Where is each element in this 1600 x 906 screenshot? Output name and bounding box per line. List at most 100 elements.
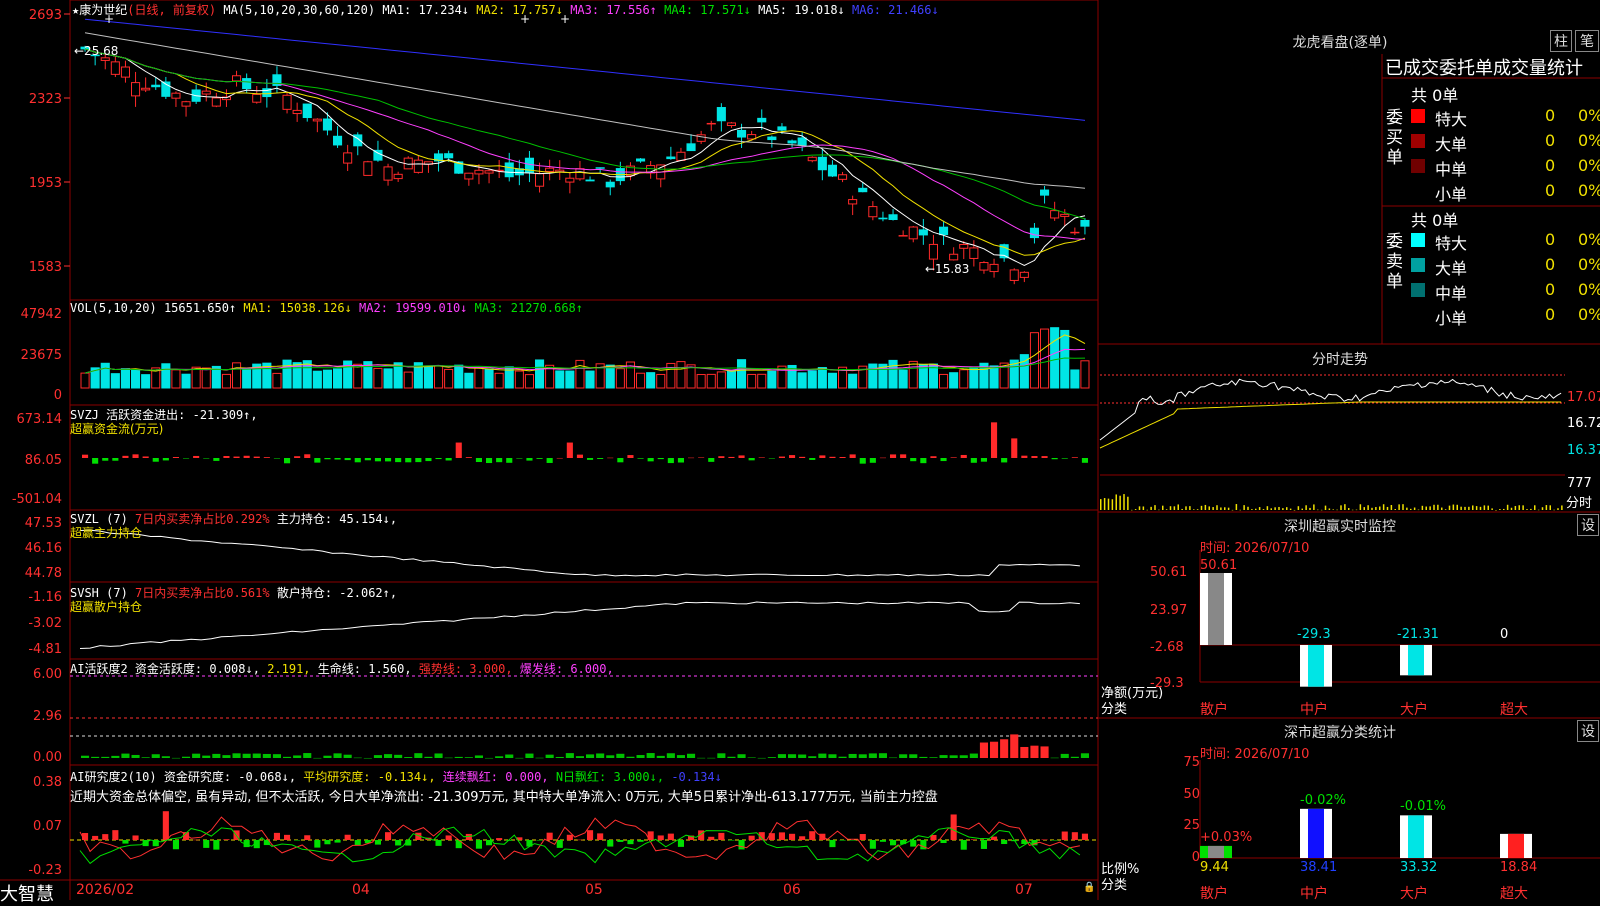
intraday-volume-bar (1367, 505, 1369, 510)
volume-bar (959, 369, 969, 389)
candle-body (989, 263, 999, 273)
intraday-volume-bar (1200, 505, 1203, 510)
svzj-bar (627, 455, 634, 458)
svzj-bar (455, 442, 462, 458)
ai-research-bar (576, 839, 583, 841)
ai-research-bar (778, 832, 785, 840)
svzj-bar (92, 458, 99, 464)
ai-research-bar (1061, 831, 1068, 840)
ai-active-bar (858, 754, 867, 758)
order-percent: 0% (1578, 280, 1600, 299)
intraday-volume-bar (1425, 506, 1427, 510)
candle-body (131, 82, 141, 97)
ai-research-bar (789, 833, 796, 840)
sell-orders-label: 委卖单 (1386, 232, 1403, 292)
order-percent: 0% (1578, 181, 1600, 200)
intraday-volume-bar (1406, 507, 1408, 510)
ai-active-strong: 强势线: 3.000, (418, 662, 513, 676)
ai-active-bar (565, 753, 574, 758)
ai-research-bar (445, 835, 452, 840)
ai-active-bar (545, 754, 554, 758)
ai-research-bar (435, 840, 442, 846)
intraday-volume-bar (1495, 509, 1497, 511)
order-percent: 0% (1578, 131, 1600, 150)
ai-research-bar (910, 840, 917, 847)
ai-active-bar (525, 753, 534, 758)
svzj-bar (657, 458, 664, 460)
svzj-subtitle: 超赢资金流(万元) (70, 422, 164, 436)
column-view-button[interactable]: 柱 (1550, 30, 1572, 52)
order-color-swatch (1411, 258, 1425, 272)
ai-research-bar (1071, 832, 1078, 840)
ai-active-bar (646, 753, 655, 758)
volume-bar (535, 359, 545, 389)
intraday-volume-bar (1534, 505, 1536, 510)
intraday-volume-bar (1107, 498, 1110, 510)
volume-bar (676, 361, 686, 389)
sz-class-value-label: 9.44 (1200, 860, 1229, 875)
candle-body (787, 140, 797, 144)
candle-body (312, 118, 322, 122)
intraday-volume-bar (1537, 509, 1540, 511)
sz-monitor-bar-label: -29.3 (1297, 627, 1331, 642)
sz-monitor-settings-button[interactable]: 设 (1577, 514, 1599, 536)
candle-body (918, 229, 928, 236)
tick-view-button[interactable]: 笔 (1575, 30, 1599, 52)
intraday-avg-line (1099, 401, 1562, 449)
svzj-bar (950, 457, 957, 458)
ai-research-bar (991, 836, 998, 840)
ma5-value: MA5: 19.018↓ (758, 3, 845, 17)
ai-research-bar (162, 811, 169, 840)
svzj-bar (1011, 438, 1018, 458)
cross-marker: + (520, 12, 531, 26)
ai-active-bar (838, 756, 847, 758)
order-type-label: 大单 (1435, 259, 1468, 278)
intraday-volume-bar (1359, 504, 1362, 510)
intraday-volume-bar (1266, 506, 1269, 510)
ai-active-bar (303, 753, 312, 758)
intraday-volume-bar (1375, 507, 1377, 510)
candle-body (100, 57, 110, 61)
volume-bar (827, 372, 838, 389)
sz-monitor-bar-label: 50.61 (1200, 558, 1238, 573)
intraday-volume-bar (1111, 499, 1114, 510)
volume-bar (272, 372, 282, 389)
vol-ma1: MA1: 15038.126↓ (243, 301, 352, 315)
intraday-volume-bar (1518, 505, 1520, 510)
ai-research-bar (132, 835, 139, 840)
intraday-volume-bar (1336, 509, 1338, 511)
ai-active-bar (636, 755, 645, 758)
sz-class-settings-button[interactable]: 设 (1577, 720, 1599, 742)
chart-canvas[interactable] (0, 0, 1600, 900)
ai-research-nred: N日飘红: 3.000↓, (555, 770, 665, 784)
svzj-bar (82, 454, 89, 458)
candle-body (474, 169, 484, 175)
lock-icon[interactable]: 🔒 (1083, 882, 1095, 893)
dragon-header: 已成交委托单成交量统计 (1385, 58, 1583, 79)
candle-body (1040, 189, 1050, 196)
ai-research-bar (1051, 840, 1058, 841)
ai-active-life: 生命线: 1.560, (317, 662, 412, 676)
intraday-volume-bar (1286, 507, 1288, 510)
svzj-bar (789, 455, 796, 458)
sz-class-value-label: 33.32 (1400, 860, 1438, 875)
stock-name[interactable]: ★康为世纪 (72, 3, 127, 17)
candle-body (343, 152, 353, 164)
ai-active-bar (414, 753, 423, 758)
cross-marker: + (560, 12, 571, 26)
intraday-volume-bar (1487, 505, 1489, 510)
ma-line-30 (84, 48, 1086, 220)
ai-active-bar (1040, 746, 1049, 758)
sz-class-change-label: +0.03% (1200, 829, 1253, 845)
svzj-bar (930, 456, 937, 458)
ai-active-bar (515, 757, 524, 759)
svzj-bar (819, 455, 826, 458)
svzj-bar (617, 458, 624, 463)
svzj-bar (334, 458, 341, 460)
candle-body (949, 253, 959, 261)
candle-body (797, 137, 807, 146)
candle-body (535, 173, 545, 187)
period-label[interactable]: (日线, 前复权) (127, 3, 216, 17)
sz-monitor-axis-label: 50.61 (1150, 565, 1188, 580)
candle-body (827, 164, 838, 177)
